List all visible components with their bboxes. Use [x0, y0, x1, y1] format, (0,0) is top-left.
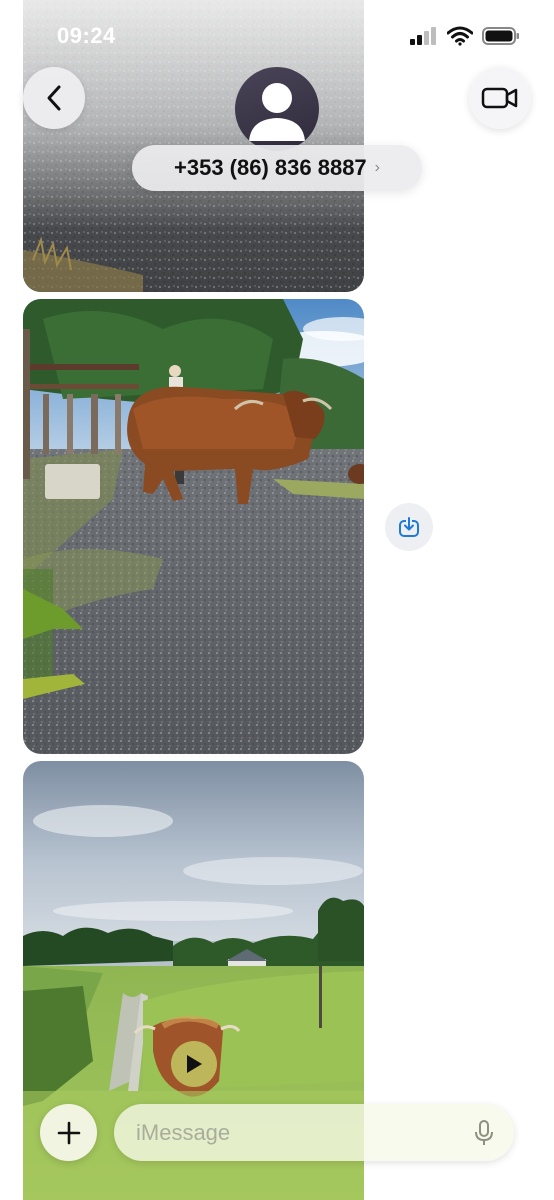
status-bar: 09:24 — [0, 18, 554, 54]
contact-name: +353 (86) 836 8887 — [174, 155, 367, 180]
microphone-icon — [475, 1120, 493, 1145]
wifi-icon — [447, 26, 473, 46]
facetime-video-button[interactable] — [469, 67, 531, 129]
play-icon — [187, 1055, 202, 1073]
cellular-signal-icon — [410, 27, 436, 45]
photo-message-highland-cow[interactable] — [23, 299, 364, 754]
add-attachment-button[interactable] — [40, 1104, 97, 1161]
back-button[interactable] — [23, 67, 85, 129]
message-field[interactable] — [114, 1104, 514, 1161]
message-composer — [0, 1095, 554, 1175]
play-button[interactable] — [171, 1041, 217, 1087]
dictation-button[interactable] — [472, 1118, 496, 1148]
save-to-photos-icon — [399, 517, 419, 537]
chevron-right-icon: › — [374, 159, 380, 176]
contact-name-button[interactable]: +353 (86) 836 8887 › — [132, 145, 422, 191]
status-icons — [410, 26, 520, 46]
plus-icon — [57, 1121, 80, 1144]
person-icon — [249, 83, 305, 141]
video-camera-icon — [481, 87, 518, 109]
status-time: 09:24 — [57, 23, 116, 48]
save-photo-button[interactable] — [385, 503, 433, 551]
contact-avatar[interactable] — [235, 67, 319, 151]
battery-icon — [482, 27, 519, 45]
chevron-left-icon — [47, 85, 61, 111]
message-input[interactable] — [136, 1104, 456, 1161]
highland-cow-photo-image — [23, 299, 364, 754]
